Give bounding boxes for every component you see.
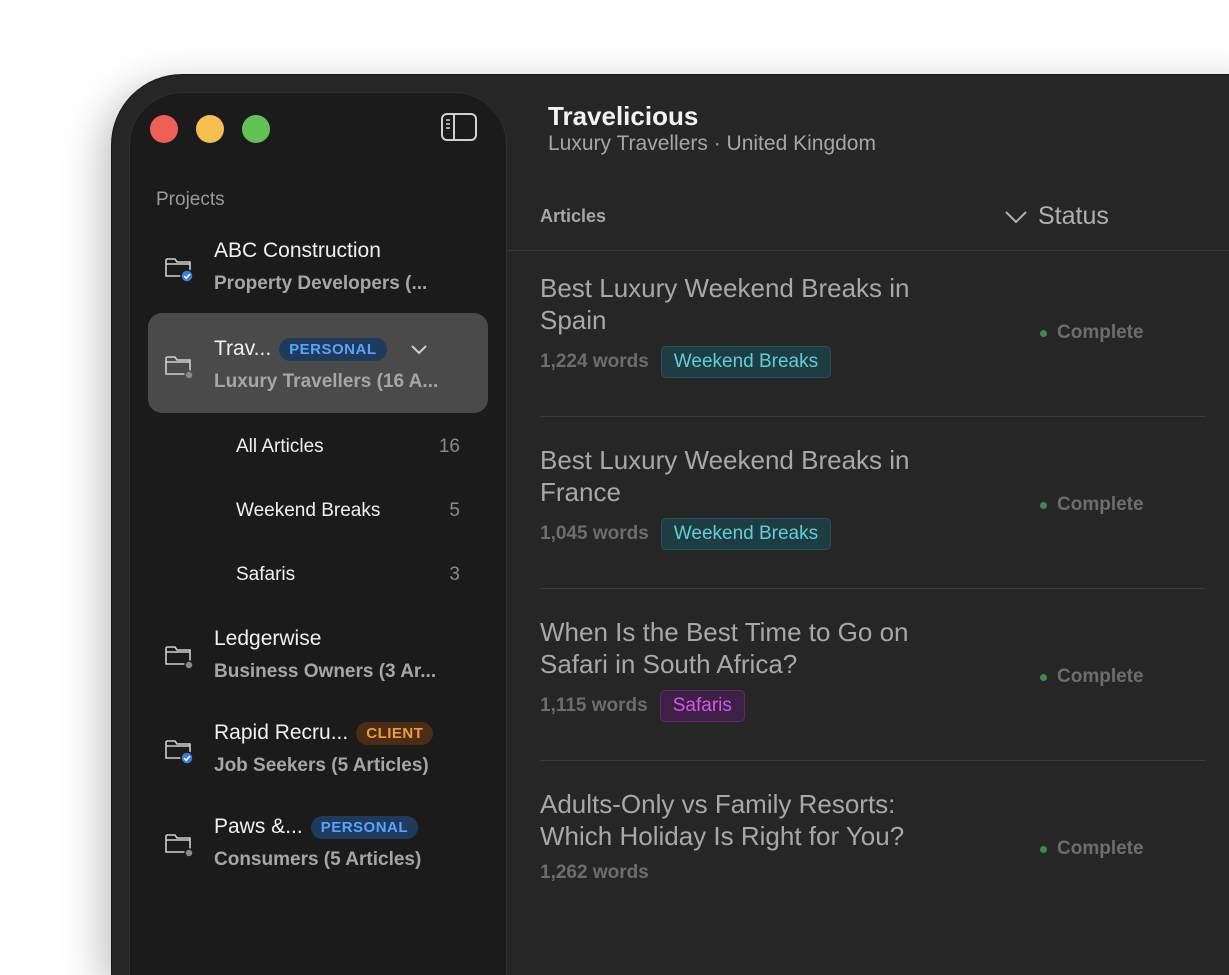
status-badge: Complete: [1040, 838, 1144, 860]
article-row[interactable]: Best Luxury Weekend Breaks in Spain 1,22…: [540, 252, 1205, 424]
project-name: Trav...: [214, 337, 272, 360]
status-dot-icon: [1040, 501, 1047, 509]
project-subtitle: Luxury Travellers (16 A...: [214, 371, 439, 392]
word-count: 1,262 words: [540, 862, 649, 883]
projects-section-label: Projects: [156, 189, 225, 210]
row-divider: [540, 588, 1205, 589]
status-label: Complete: [1057, 494, 1144, 515]
sidebar-item-safaris[interactable]: Safaris 3: [236, 564, 460, 586]
sidebar-item-count: 5: [449, 500, 460, 521]
folder-icon: [165, 834, 194, 858]
page-title: Travelicious: [548, 101, 699, 131]
chevron-down-icon[interactable]: [409, 339, 429, 359]
folder-icon: [165, 646, 194, 670]
article-row[interactable]: Adults-Only vs Family Resorts: Which Hol…: [540, 768, 1205, 940]
sidebar-item-label: Weekend Breaks: [236, 500, 381, 521]
row-divider: [540, 760, 1205, 761]
status-badge: Complete: [1040, 322, 1144, 344]
status-badge: Complete: [1040, 666, 1144, 688]
close-window-button[interactable]: [150, 115, 178, 143]
folder-shared-icon: [165, 740, 194, 764]
sidebar-item-count: 3: [449, 564, 460, 585]
status-column-header[interactable]: Status: [1004, 202, 1109, 231]
project-subtitle: Job Seekers (5 Articles): [214, 755, 429, 776]
project-subtitle: Business Owners (3 Ar...: [214, 661, 437, 682]
articles-column-header[interactable]: Articles: [540, 206, 606, 227]
project-name: Ledgerwise: [214, 627, 322, 650]
sidebar-item-weekend-breaks[interactable]: Weekend Breaks 5: [236, 500, 460, 522]
status-badge: Complete: [1040, 494, 1144, 516]
row-divider: [540, 416, 1205, 417]
article-tag[interactable]: Weekend Breaks: [660, 346, 832, 378]
folder-icon: [165, 356, 194, 380]
status-dot-icon: [1040, 329, 1047, 337]
project-subtitle: Property Developers (...: [214, 273, 428, 294]
sidebar-project-travelicious[interactable]: Trav... PERSONAL Luxury Travellers (16 A…: [148, 313, 488, 413]
sidebar: Projects ABC Construction Property Devel…: [130, 93, 506, 975]
project-name: Paws &...: [214, 815, 303, 838]
sidebar-item-all-articles[interactable]: All Articles 16: [236, 436, 460, 458]
article-title: Best Luxury Weekend Breaks in France: [540, 445, 910, 507]
status-dot-icon: [1040, 673, 1047, 681]
article-tag[interactable]: Safaris: [659, 690, 745, 722]
word-count: 1,045 words: [540, 523, 649, 544]
status-label: Complete: [1057, 838, 1144, 859]
header-divider: [508, 250, 1229, 251]
status-dot-icon: [1040, 845, 1047, 853]
word-count: 1,115 words: [540, 695, 648, 716]
article-row[interactable]: When Is the Best Time to Go on Safari in…: [540, 596, 1205, 768]
project-name: Rapid Recru...: [214, 721, 349, 744]
chevron-down-icon: [1005, 210, 1027, 223]
personal-badge: PERSONAL: [279, 337, 387, 361]
sidebar-project-abc-construction[interactable]: ABC Construction Property Developers (..…: [148, 215, 488, 315]
word-count: 1,224 words: [540, 351, 649, 372]
sidebar-item-label: All Articles: [236, 436, 324, 457]
sidebar-project-rapid-recruitment[interactable]: Rapid Recru... CLIENT Job Seekers (5 Art…: [148, 697, 488, 797]
minimize-window-button[interactable]: [196, 115, 224, 143]
personal-badge: PERSONAL: [310, 815, 419, 839]
folder-shared-icon: [165, 258, 194, 282]
article-row[interactable]: Best Luxury Weekend Breaks in France 1,0…: [540, 424, 1205, 596]
sidebar-item-count: 16: [438, 436, 460, 457]
status-label: Complete: [1057, 666, 1144, 687]
project-subtitle: Consumers (5 Articles): [214, 849, 422, 870]
article-title: When Is the Best Time to Go on Safari in…: [540, 617, 909, 679]
sidebar-icon[interactable]: [441, 113, 477, 141]
sidebar-project-ledgerwise[interactable]: Ledgerwise Business Owners (3 Ar...: [148, 603, 488, 703]
article-tag[interactable]: Weekend Breaks: [660, 518, 832, 550]
sidebar-item-label: Safaris: [236, 564, 296, 585]
zoom-window-button[interactable]: [242, 115, 270, 143]
article-title: Best Luxury Weekend Breaks in Spain: [540, 273, 910, 335]
app-window: Projects ABC Construction Property Devel…: [112, 75, 1229, 975]
status-label: Complete: [1057, 322, 1144, 343]
project-name: ABC Construction: [214, 239, 381, 262]
sidebar-project-paws[interactable]: Paws &... PERSONAL Consumers (5 Articles…: [148, 791, 488, 891]
status-column-label: Status: [1038, 202, 1109, 230]
client-badge: CLIENT: [356, 721, 434, 745]
article-title: Adults-Only vs Family Resorts: Which Hol…: [540, 789, 905, 851]
page-subtitle: Luxury Travellers · United Kingdom: [548, 132, 876, 155]
